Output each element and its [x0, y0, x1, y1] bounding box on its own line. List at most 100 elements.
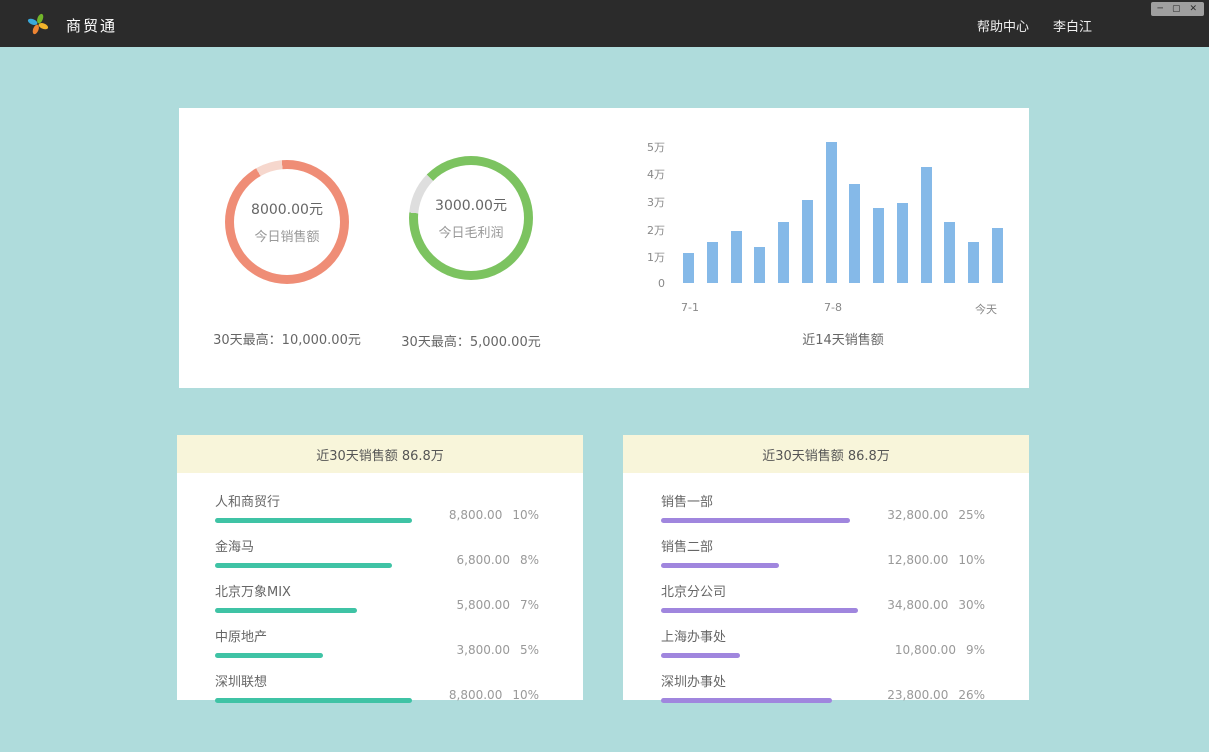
donut-center: 3000.00元 今日毛利润 — [409, 156, 533, 280]
progress-bar — [215, 653, 323, 658]
help-center-link[interactable]: 帮助中心 — [977, 16, 1029, 35]
row-name: 北京分公司 — [661, 581, 861, 600]
chart-bar — [754, 247, 765, 283]
y-tick: 2万 — [631, 222, 665, 238]
y-tick: 0 — [631, 277, 665, 290]
summary-card: 8000.00元 今日销售额 30天最高：10,000.00元 3000.00元… — [179, 108, 1029, 388]
ranking-list: 销售一部 32,800.00 25% 销售二部 12,800.0010% — [623, 473, 1029, 703]
row-value: 32,800.00 — [887, 508, 948, 522]
ranking-list: 人和商贸行 8,800.00 10% 金海马 6,800.008% — [177, 473, 583, 703]
row-value: 5,800.00 — [457, 598, 510, 612]
chart-bar — [944, 222, 955, 283]
progress-track — [661, 563, 858, 568]
row-percent: 10% — [512, 688, 539, 702]
list-item: 中原地产 3,800.00 5% — [215, 626, 539, 658]
progress-track — [215, 698, 412, 703]
donut-value: 3000.00元 — [435, 195, 507, 215]
x-tick: 7-1 — [681, 301, 699, 314]
app-logo-pinwheel-icon — [26, 12, 50, 36]
progress-bar — [661, 608, 858, 613]
row-value: 6,800.00 — [457, 553, 510, 567]
card-title: 近30天销售额 86.8万 — [177, 435, 583, 473]
row-percent: 5% — [520, 643, 539, 657]
chart-bar — [849, 184, 860, 283]
row-name: 北京万象MIX — [215, 581, 415, 600]
donut-label: 今日毛利润 — [438, 222, 503, 241]
progress-bar — [215, 608, 357, 613]
chart-bar — [873, 208, 884, 283]
progress-track — [215, 608, 412, 613]
chart-bar — [802, 200, 813, 283]
row-percent: 30% — [958, 598, 985, 612]
list-item: 销售二部 12,800.0010% — [661, 536, 985, 568]
bar-chart-bars — [683, 145, 1003, 283]
progress-track — [215, 518, 412, 523]
minimize-icon[interactable]: ─ — [1158, 3, 1163, 15]
row-value: 8,800.00 — [449, 508, 502, 522]
row-name: 上海办事处 — [661, 626, 861, 645]
chart-bar — [826, 142, 837, 283]
row-value: 3,800.00 — [457, 643, 510, 657]
title-bar: 商贸通 帮助中心 李白江 ─ ▢ ✕ — [0, 0, 1209, 47]
progress-track — [661, 698, 858, 703]
chart-bar — [683, 253, 694, 283]
row-percent: 25% — [958, 508, 985, 522]
department-ranking-card: 近30天销售额 86.8万 销售一部 32,800.00 25% 销售二部 12,… — [623, 435, 1029, 700]
y-tick: 5万 — [631, 139, 665, 155]
progress-bar — [661, 518, 850, 523]
app-title: 商贸通 — [66, 15, 117, 36]
progress-track — [215, 653, 412, 658]
list-item: 北京万象MIX 5,800.00 7% — [215, 581, 539, 613]
x-tick: 7-8 — [824, 301, 842, 314]
donut-label: 今日销售额 — [254, 226, 319, 245]
progress-bar — [215, 563, 392, 568]
close-icon[interactable]: ✕ — [1189, 3, 1197, 15]
donut-chart-today-profit: 3000.00元 今日毛利润 — [409, 156, 533, 280]
chart-bar — [707, 242, 718, 283]
row-name: 金海马 — [215, 536, 415, 555]
customer-ranking-card: 近30天销售额 86.8万 人和商贸行 8,800.00 10% 金海马 6,80… — [177, 435, 583, 700]
current-user[interactable]: 李白江 — [1053, 16, 1092, 35]
row-value: 34,800.00 — [887, 598, 948, 612]
list-item: 深圳办事处 23,800.0026% — [661, 671, 985, 703]
row-percent: 10% — [958, 553, 985, 567]
list-item: 金海马 6,800.008% — [215, 536, 539, 568]
row-value: 10,800.00 — [895, 643, 956, 657]
maximize-icon[interactable]: ▢ — [1172, 3, 1181, 15]
bar-chart-y-axis: 5万 4万 3万 2万 1万 0 — [631, 139, 665, 299]
progress-track — [661, 608, 858, 613]
y-tick: 4万 — [631, 166, 665, 182]
row-name: 人和商贸行 — [215, 491, 415, 510]
donut-center: 8000.00元 今日销售额 — [225, 160, 349, 284]
y-tick: 1万 — [631, 249, 665, 265]
row-name: 销售二部 — [661, 536, 861, 555]
row-name: 中原地产 — [215, 626, 415, 645]
list-item: 深圳联想 8,800.0010% — [215, 671, 539, 703]
card-title: 近30天销售额 86.8万 — [623, 435, 1029, 473]
chart-bar — [992, 228, 1003, 283]
chart-bar — [731, 231, 742, 283]
row-percent: 10% — [512, 508, 539, 522]
row-value: 8,800.00 — [449, 688, 502, 702]
progress-bar — [661, 698, 832, 703]
x-tick: 今天 — [975, 301, 997, 317]
window-controls: ─ ▢ ✕ — [1151, 2, 1204, 16]
row-value: 23,800.00 — [887, 688, 948, 702]
progress-bar — [215, 518, 412, 523]
row-name: 销售一部 — [661, 491, 861, 510]
progress-bar — [661, 563, 779, 568]
chart-bar — [968, 242, 979, 283]
progress-track — [661, 653, 858, 658]
chart-bar — [921, 167, 932, 283]
bar-chart-caption: 近14天销售额 — [683, 329, 1003, 348]
progress-track — [661, 518, 858, 523]
topbar-links: 帮助中心 李白江 — [977, 16, 1092, 35]
row-name: 深圳办事处 — [661, 671, 861, 690]
row-percent: 9% — [966, 643, 985, 657]
list-item: 北京分公司 34,800.00 30% — [661, 581, 985, 613]
donut-value: 8000.00元 — [251, 199, 323, 219]
progress-track — [215, 563, 412, 568]
progress-bar — [661, 653, 740, 658]
row-percent: 7% — [520, 598, 539, 612]
list-item: 上海办事处 10,800.00 9% — [661, 626, 985, 658]
